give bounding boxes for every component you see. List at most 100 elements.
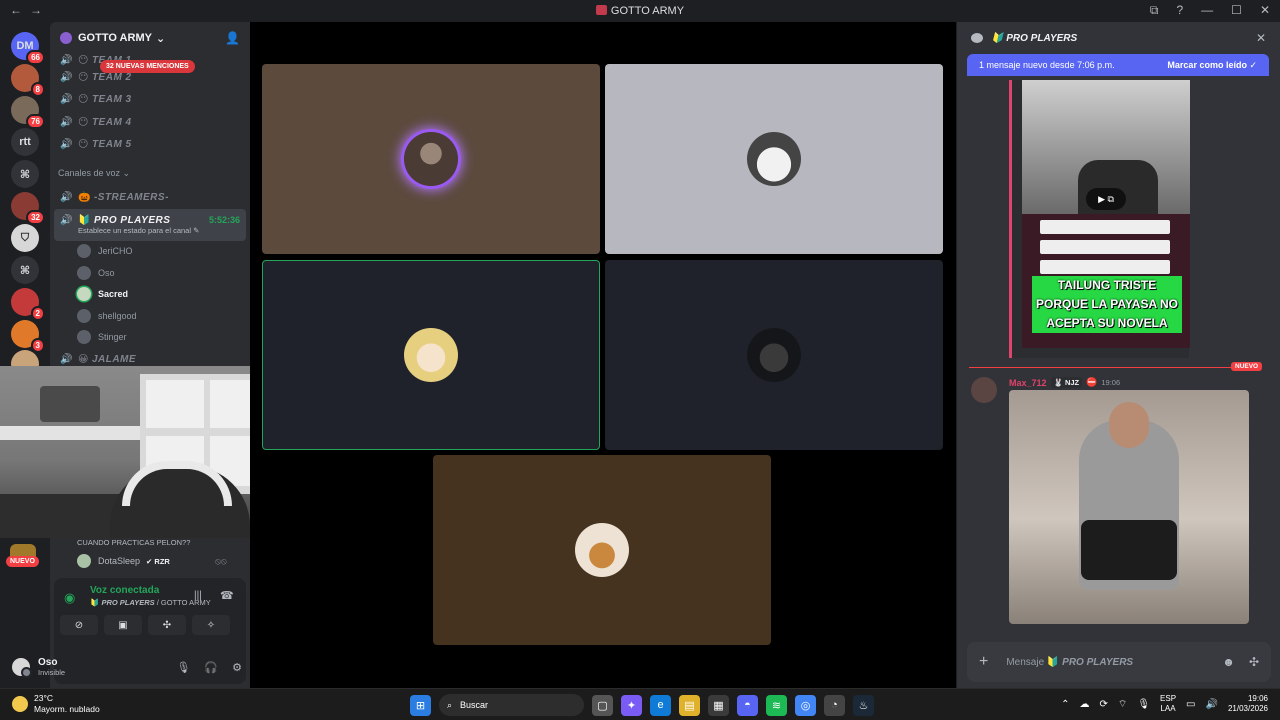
server-icon[interactable]: ⛉ (11, 224, 39, 252)
server-icon[interactable]: 3 (11, 320, 45, 353)
sync-icon[interactable]: ⟳ (1100, 699, 1108, 710)
user-name[interactable]: Oso (38, 657, 65, 668)
new-messages-bar[interactable]: 1 mensaje nuevo desde 7:06 p.m. Marcar c… (967, 54, 1269, 76)
message-input[interactable]: Mensaje 🔰 PRO PLAYERS (1006, 657, 1133, 668)
wifi-icon[interactable]: ⌔ (1118, 698, 1127, 711)
file-explorer-icon[interactable]: ▤ (679, 694, 700, 716)
emoji-icon[interactable]: ☻ (1222, 655, 1235, 669)
mic-tray-icon[interactable]: 🎙 (1137, 699, 1150, 710)
taskbar: 23°C Mayorm. nublado ⊞ ⌕ Buscar ▢ ✦ e ▤ ▦ … (0, 688, 1280, 720)
microphone-icon[interactable]: 🎙 (176, 661, 190, 674)
close-button[interactable]: ✕ (1260, 3, 1270, 18)
chrome-icon[interactable]: ◎ (795, 694, 816, 716)
message-composer[interactable]: + Mensaje 🔰 PRO PLAYERS ☻ ✣ (967, 642, 1271, 682)
network-icon[interactable]: ▭ (1186, 699, 1195, 710)
camera-off-button[interactable]: ⊘ (60, 615, 98, 635)
channel-pro-players[interactable]: 🔊 🔰 PRO PLAYERS 5:52:36 Establece un estad… (54, 208, 246, 241)
inbox-icon[interactable]: ⧉ (1150, 3, 1159, 18)
window-title: GOTTO ARMY (0, 5, 1280, 17)
user-avatar[interactable] (12, 658, 32, 678)
voice-member[interactable]: Sacred (50, 284, 250, 306)
apps-icon[interactable]: ✣ (1249, 655, 1259, 669)
voice-category[interactable]: Canales de voz ⌄ (50, 156, 250, 186)
channel-status[interactable]: Establece un estado para el canal ✎ (60, 226, 246, 235)
author-avatar[interactable] (971, 377, 997, 403)
text-chat-panel: 🔰 PRO PLAYERS ✕ 1 mensaje nuevo desde 7:… (956, 22, 1280, 688)
soundboard-button[interactable]: ✧ (192, 615, 230, 635)
store-icon[interactable]: ▦ (708, 694, 729, 716)
server-logo-icon (595, 5, 607, 15)
signal-icon[interactable]: ◉ (64, 590, 75, 606)
close-chat-icon[interactable]: ✕ (1256, 31, 1266, 45)
voice-status[interactable]: Voz conectada (90, 585, 159, 596)
voice-member[interactable]: shellgood (50, 305, 250, 327)
speaker-icon: 🔊 (60, 71, 73, 83)
server-icon[interactable]: ⌘ (11, 256, 39, 284)
author-name[interactable]: Max_712 (1009, 378, 1047, 388)
server-icon[interactable]: rtt (11, 128, 39, 156)
activities-button[interactable]: ✣ (148, 615, 186, 635)
taskbar-search[interactable]: ⌕ Buscar (439, 694, 584, 716)
disconnect-icon[interactable]: ☎ (220, 589, 234, 602)
spotify-icon[interactable]: ≋ (766, 694, 787, 716)
video-caption: TAILUNG TRISTE PORQUE LA PAYASA NO ACEPT… (1032, 276, 1182, 333)
copilot-icon[interactable]: ✦ (621, 694, 642, 716)
voice-member[interactable]: Stinger (50, 327, 250, 349)
chevron-up-icon[interactable]: ⌃ (1061, 699, 1069, 710)
channel-team-5[interactable]: 🔊 😶 TEAM 5 (50, 134, 250, 157)
attached-image[interactable] (1009, 390, 1249, 624)
add-member-icon[interactable]: 👤 (225, 31, 240, 45)
weather-widget[interactable]: 23°C Mayorm. nublado (12, 693, 100, 715)
nuevo-badge: NUEVO (6, 556, 39, 567)
voice-member[interactable]: JeriCHO (50, 241, 250, 263)
settings-gear-icon[interactable]: ⚙ (232, 661, 242, 674)
channel-team-4[interactable]: 🔊 😶 TEAM 4 (50, 111, 250, 134)
clock[interactable]: 19:06 21/03/2026 (1228, 694, 1268, 714)
clock-app-icon[interactable]: ◔ (824, 694, 845, 716)
mark-read-button[interactable]: Marcar como leído ✓ (1167, 60, 1257, 71)
server-icon[interactable]: 8 (11, 64, 45, 97)
edge-icon[interactable]: e (650, 694, 671, 716)
attach-plus-icon[interactable]: + (979, 653, 988, 671)
participant-tile[interactable] (433, 455, 771, 645)
weather-icon (12, 696, 28, 712)
participant-tile[interactable] (262, 64, 600, 254)
voice-member[interactable]: Oso (50, 262, 250, 284)
noise-suppression-icon[interactable]: ||| (194, 590, 202, 601)
participant-tile[interactable] (605, 64, 943, 254)
participant-tile[interactable] (262, 260, 600, 450)
mentions-pill[interactable]: 32 NUEVAS MENCIONES (100, 60, 195, 73)
avatar (77, 265, 91, 280)
member-dotasleep[interactable]: DotaSleep ✔ RZR ⦸⦸ (77, 554, 227, 568)
server-icon[interactable]: 76 (11, 96, 45, 129)
start-icon[interactable]: ⊞ (410, 694, 431, 716)
channel-practicas[interactable]: CUANDO PRACTICAS PELON?? (77, 538, 190, 547)
minimize-button[interactable]: — (1201, 3, 1213, 18)
server-icon[interactable]: DM 66 (11, 32, 45, 65)
voice-channel-link[interactable]: 🔰 PRO PLAYERS / GOTTO ARMY (90, 598, 211, 607)
channel-streamers[interactable]: 🔊 🎃 -STREAMERS- (50, 186, 250, 209)
avatar (404, 132, 458, 186)
video-embed[interactable]: ▶ ⧉ TAILUNG TRISTE PORQUE LA PAYASA NO A… (1009, 80, 1190, 358)
volume-icon[interactable]: 🔊 (1206, 699, 1218, 710)
screen-share-button[interactable]: ▣ (104, 615, 142, 635)
voice-stage (250, 22, 956, 688)
discord-icon[interactable]: ◓ (737, 694, 758, 716)
server-icon[interactable]: 32 (11, 192, 45, 225)
role-icon: ⛔ (1086, 377, 1098, 387)
nuevo-tag: NUEVO (1231, 362, 1263, 371)
title-bar: ←→ GOTTO ARMY ⧉ ? — ☐ ✕ (0, 0, 1280, 22)
server-icon[interactable]: ⌘ (11, 160, 39, 188)
language-indicator[interactable]: ESP LAA (1160, 694, 1176, 714)
cloud-icon[interactable]: ☁ (1080, 699, 1090, 710)
task-view-icon[interactable]: ▢ (592, 694, 613, 716)
steam-icon[interactable]: ♨ (853, 694, 874, 716)
help-icon[interactable]: ? (1176, 3, 1183, 18)
play-icon[interactable]: ▶ ⧉ (1086, 188, 1126, 210)
participant-tile[interactable] (605, 260, 943, 450)
server-icon[interactable]: 2 (11, 288, 45, 321)
maximize-button[interactable]: ☐ (1231, 3, 1242, 18)
channel-team-3[interactable]: 🔊 😶 TEAM 3 (50, 89, 250, 112)
guild-header[interactable]: GOTTO ARMY ⌄ 👤 (50, 22, 250, 54)
headphones-icon[interactable]: 🎧 (204, 661, 218, 674)
